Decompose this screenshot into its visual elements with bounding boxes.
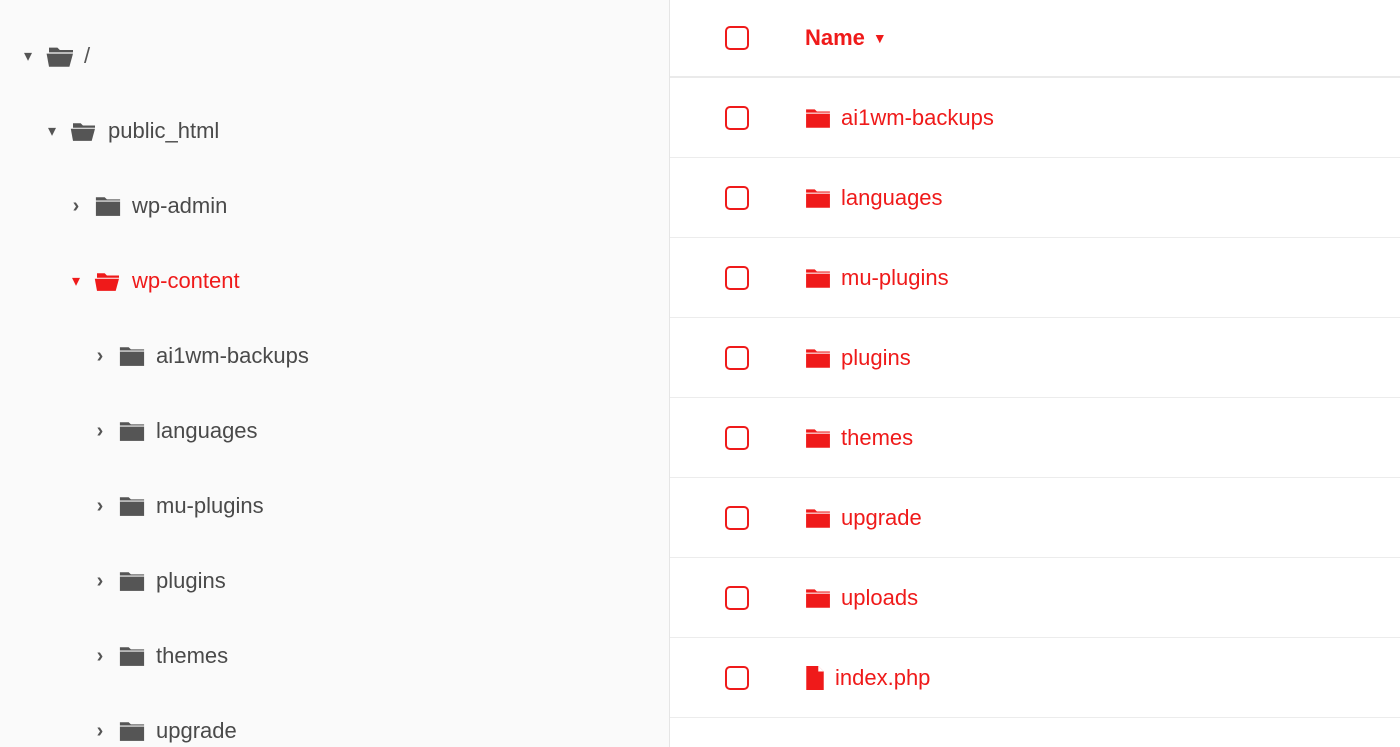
folder-closed-icon [94, 195, 124, 217]
tree-node[interactable]: mu-plugins [0, 468, 669, 543]
row-name-label: themes [841, 425, 913, 451]
row-name-cell: mu-plugins [805, 265, 949, 291]
folder-open-icon [70, 120, 100, 142]
tree-node-label: mu-plugins [156, 493, 264, 519]
folder-closed-icon [118, 720, 148, 742]
tree-node-label: languages [156, 418, 258, 444]
folder-open-icon [94, 270, 124, 292]
row-name-label: upgrade [841, 505, 922, 531]
file-list-row[interactable]: mu-plugins [670, 238, 1400, 318]
file-list: Name ▼ ai1wm-backups languages mu-plugins p… [670, 0, 1400, 747]
row-name-label: plugins [841, 345, 911, 371]
tree-node[interactable]: public_html [0, 93, 669, 168]
row-checkbox[interactable] [725, 346, 749, 370]
folder-closed-icon [805, 267, 831, 289]
chevron-down-icon [20, 46, 36, 66]
row-name-cell: uploads [805, 585, 918, 611]
folder-open-icon [46, 44, 76, 68]
row-checkbox[interactable] [725, 426, 749, 450]
file-list-row[interactable]: upgrade [670, 478, 1400, 558]
row-name-cell: index.php [805, 665, 930, 691]
select-all-checkbox[interactable] [725, 26, 749, 50]
row-name-label: mu-plugins [841, 265, 949, 291]
folder-closed-icon [118, 570, 148, 592]
tree-node[interactable]: themes [0, 618, 669, 693]
tree-node-label: wp-content [132, 268, 240, 294]
tree-node[interactable]: languages [0, 393, 669, 468]
row-checkbox[interactable] [725, 106, 749, 130]
folder-tree: / public_html wp-admin wp-content ai1wm-bac… [0, 0, 670, 747]
folder-closed-icon [805, 427, 831, 449]
file-list-row[interactable]: uploads [670, 558, 1400, 638]
column-header-name-label: Name [805, 25, 865, 51]
row-name-cell: upgrade [805, 505, 922, 531]
row-name-cell: plugins [805, 345, 911, 371]
folder-closed-icon [805, 347, 831, 369]
file-list-row[interactable]: plugins [670, 318, 1400, 398]
folder-closed-icon [805, 587, 831, 609]
folder-closed-icon [118, 345, 148, 367]
folder-closed-icon [118, 645, 148, 667]
file-icon [805, 666, 825, 690]
tree-node-label: themes [156, 643, 228, 669]
tree-node-label: / [84, 43, 90, 69]
file-list-row[interactable]: languages [670, 158, 1400, 238]
tree-node-root[interactable]: / [0, 18, 669, 93]
tree-node-label: wp-admin [132, 193, 227, 219]
sort-desc-icon: ▼ [873, 30, 887, 46]
row-checkbox[interactable] [725, 666, 749, 690]
file-list-header: Name ▼ [670, 0, 1400, 78]
chevron-down-icon [44, 121, 60, 141]
folder-closed-icon [805, 187, 831, 209]
folder-closed-icon [118, 420, 148, 442]
tree-node[interactable]: ai1wm-backups [0, 318, 669, 393]
tree-node-label: plugins [156, 568, 226, 594]
tree-node[interactable]: wp-content [0, 243, 669, 318]
folder-closed-icon [805, 507, 831, 529]
row-name-cell: languages [805, 185, 943, 211]
tree-node[interactable]: upgrade [0, 693, 669, 747]
file-list-row[interactable]: ai1wm-backups [670, 78, 1400, 158]
tree-node-label: upgrade [156, 718, 237, 744]
file-list-row[interactable]: themes [670, 398, 1400, 478]
folder-closed-icon [805, 107, 831, 129]
row-name-cell: themes [805, 425, 913, 451]
row-checkbox[interactable] [725, 266, 749, 290]
column-header-name[interactable]: Name ▼ [805, 25, 887, 51]
row-checkbox[interactable] [725, 186, 749, 210]
row-name-cell: ai1wm-backups [805, 105, 994, 131]
chevron-down-icon [68, 271, 84, 291]
row-checkbox[interactable] [725, 586, 749, 610]
file-list-row[interactable]: index.php [670, 638, 1400, 718]
folder-closed-icon [118, 495, 148, 517]
row-checkbox[interactable] [725, 506, 749, 530]
row-name-label: uploads [841, 585, 918, 611]
tree-node[interactable]: wp-admin [0, 168, 669, 243]
row-name-label: index.php [835, 665, 930, 691]
tree-node-label: ai1wm-backups [156, 343, 309, 369]
row-name-label: ai1wm-backups [841, 105, 994, 131]
tree-node-label: public_html [108, 118, 219, 144]
tree-node[interactable]: plugins [0, 543, 669, 618]
row-name-label: languages [841, 185, 943, 211]
